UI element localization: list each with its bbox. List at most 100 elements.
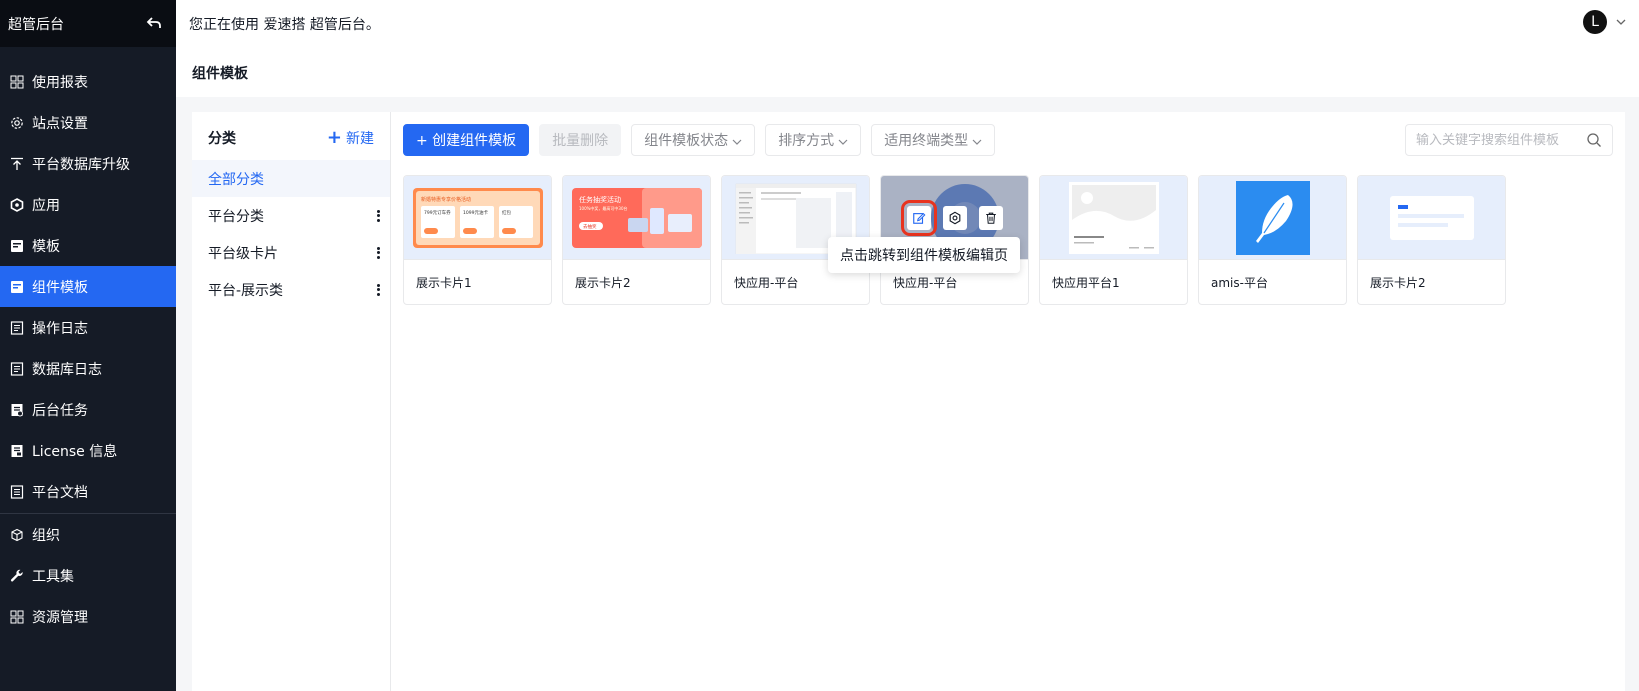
wrench-icon bbox=[10, 569, 24, 583]
template-list-area: + 创建组件模板 批量删除 组件模板状态 排序方式 适用终端类型 输入关键字搜索… bbox=[391, 112, 1625, 691]
content-panel: 分类 + 新建 全部分类 平台分类 平台级卡片 平台-展示类 + 创建组件模板 … bbox=[192, 112, 1625, 691]
chevron-down-icon[interactable] bbox=[1615, 16, 1627, 28]
sort-label: 排序方式 bbox=[778, 133, 835, 149]
sidebar-item-label: 组件模板 bbox=[32, 279, 88, 296]
category-item-platform[interactable]: 平台分类 bbox=[192, 197, 390, 234]
sidebar-item-label: 资源管理 bbox=[32, 609, 88, 626]
sidebar-item-templates[interactable]: 模板 bbox=[0, 225, 176, 266]
brand-title: 超管后台 bbox=[8, 16, 64, 33]
search-input[interactable] bbox=[1416, 132, 1586, 148]
sidebar-item-resource-management[interactable]: 资源管理 bbox=[0, 596, 176, 637]
chevron-down-icon bbox=[972, 135, 982, 145]
brand-bar: 超管后台 bbox=[0, 0, 176, 47]
sidebar-item-label: 应用 bbox=[32, 197, 60, 214]
sidebar-item-operation-log[interactable]: 操作日志 bbox=[0, 307, 176, 348]
sidebar-item-db-upgrade[interactable]: 平台数据库升级 bbox=[0, 143, 176, 184]
gear-icon bbox=[10, 116, 24, 130]
more-vertical-icon[interactable] bbox=[376, 283, 380, 296]
page-title-bar: 组件模板 bbox=[176, 48, 1639, 97]
trash-icon[interactable] bbox=[978, 205, 1003, 230]
card-thumbnail: 新婚特惠专享价格活动 799元订车券 1099元油卡 红包 bbox=[404, 176, 551, 259]
sidebar-item-label: 平台文档 bbox=[32, 484, 88, 501]
sidebar-item-label: 站点设置 bbox=[32, 115, 88, 132]
sidebar-item-usage-report[interactable]: 使用报表 bbox=[0, 61, 176, 102]
license-icon bbox=[10, 444, 24, 458]
sidebar-item-label: 工具集 bbox=[32, 568, 74, 585]
card1-thumb-title: 新婚特惠专享价格活动 bbox=[421, 196, 471, 203]
user-menu[interactable]: L bbox=[1583, 10, 1627, 34]
grid-icon bbox=[10, 75, 24, 89]
category-header: 分类 + 新建 bbox=[192, 116, 390, 160]
avatar[interactable]: L bbox=[1583, 10, 1607, 34]
category-item-label: 全部分类 bbox=[208, 171, 264, 188]
card2-thumb-sub: 100%中奖，最高可中30台 bbox=[579, 205, 628, 211]
more-vertical-icon[interactable] bbox=[376, 209, 380, 222]
terminal-type-dropdown[interactable]: 适用终端类型 bbox=[871, 124, 996, 156]
card-thumbnail: 任务抽奖活动 100%中奖，最高可中30台 去抽奖 bbox=[563, 176, 710, 259]
grid-icon bbox=[10, 610, 24, 624]
category-panel: 分类 + 新建 全部分类 平台分类 平台级卡片 平台-展示类 bbox=[192, 112, 391, 691]
upload-icon bbox=[10, 157, 24, 171]
card2-thumb-btn: 去抽奖 bbox=[583, 223, 597, 230]
category-item-all[interactable]: 全部分类 bbox=[192, 160, 390, 197]
sidebar-item-apps[interactable]: 应用 bbox=[0, 184, 176, 225]
sidebar-item-license[interactable]: License 信息 bbox=[0, 430, 176, 471]
sort-dropdown[interactable]: 排序方式 bbox=[765, 124, 862, 156]
category-item-platform-display[interactable]: 平台-展示类 bbox=[192, 271, 390, 308]
template-card[interactable]: 新婚特惠专享价格活动 799元订车券 1099元油卡 红包 展示卡片1 bbox=[403, 175, 552, 305]
sidebar: 超管后台 使用报表 站点设置 平台数据库升级 应用 模板 组件模板 操作日志 数… bbox=[0, 0, 176, 691]
back-arrow-icon[interactable] bbox=[146, 15, 164, 33]
doc-icon bbox=[10, 484, 24, 499]
template-card[interactable]: 快应用平台1 bbox=[1039, 175, 1188, 305]
toolbar: + 创建组件模板 批量删除 组件模板状态 排序方式 适用终端类型 bbox=[403, 124, 996, 156]
more-vertical-icon[interactable] bbox=[376, 246, 380, 259]
card-name: amis-平台 bbox=[1199, 259, 1346, 304]
status-filter-dropdown[interactable]: 组件模板状态 bbox=[631, 124, 756, 156]
template-card[interactable]: 展示卡片2 bbox=[1357, 175, 1506, 305]
card1-thumb-c: 红包 bbox=[502, 209, 511, 216]
card1-thumb-a: 799元订车券 bbox=[424, 209, 451, 216]
sidebar-item-label: 操作日志 bbox=[32, 320, 88, 337]
category-item-label: 平台-展示类 bbox=[208, 282, 284, 299]
settings-icon[interactable] bbox=[942, 205, 967, 230]
header-message: 您正在使用 爱速搭 超管后台。 bbox=[189, 17, 380, 33]
sidebar-item-label: 平台数据库升级 bbox=[32, 156, 130, 173]
edit-icon[interactable] bbox=[900, 199, 937, 236]
task-icon bbox=[10, 403, 24, 417]
terminal-type-label: 适用终端类型 bbox=[884, 133, 969, 149]
card-thumbnail bbox=[1199, 176, 1346, 259]
category-item-label: 平台分类 bbox=[208, 208, 264, 225]
template-card[interactable]: amis-平台 bbox=[1198, 175, 1347, 305]
card-name: 展示卡片1 bbox=[404, 259, 551, 304]
sidebar-item-label: 数据库日志 bbox=[32, 361, 102, 378]
sidebar-item-component-templates[interactable]: 组件模板 bbox=[0, 266, 176, 307]
batch-delete-button[interactable]: 批量删除 bbox=[539, 124, 622, 156]
template-card[interactable]: 任务抽奖活动 100%中奖，最高可中30台 去抽奖 展示卡片2 bbox=[562, 175, 711, 305]
card-thumbnail bbox=[1358, 176, 1505, 259]
sidebar-item-organization[interactable]: 组织 bbox=[0, 514, 176, 555]
create-template-button[interactable]: + 创建组件模板 bbox=[403, 124, 530, 156]
sidebar-item-label: 模板 bbox=[32, 238, 60, 255]
category-title: 分类 bbox=[208, 131, 236, 147]
category-item-platform-card[interactable]: 平台级卡片 bbox=[192, 234, 390, 271]
hexagon-icon bbox=[10, 197, 24, 212]
new-category-label: 新建 bbox=[346, 131, 374, 147]
sidebar-menu: 使用报表 站点设置 平台数据库升级 应用 模板 组件模板 操作日志 数据库日志 bbox=[0, 47, 176, 637]
search-box bbox=[1405, 124, 1613, 156]
chevron-down-icon bbox=[838, 135, 848, 145]
category-item-label: 平台级卡片 bbox=[208, 245, 278, 262]
sidebar-item-background-tasks[interactable]: 后台任务 bbox=[0, 389, 176, 430]
search-icon[interactable] bbox=[1586, 132, 1602, 148]
card-name: 展示卡片2 bbox=[563, 259, 710, 304]
sidebar-item-platform-docs[interactable]: 平台文档 bbox=[0, 471, 176, 512]
sidebar-item-db-log[interactable]: 数据库日志 bbox=[0, 348, 176, 389]
sidebar-item-label: 使用报表 bbox=[32, 74, 88, 91]
log-icon bbox=[10, 361, 24, 376]
page-title: 组件模板 bbox=[192, 65, 248, 82]
template-icon bbox=[10, 239, 24, 253]
new-category-button[interactable]: + 新建 bbox=[327, 128, 374, 148]
template-icon bbox=[10, 280, 24, 294]
sidebar-item-toolset[interactable]: 工具集 bbox=[0, 555, 176, 596]
top-header: 您正在使用 爱速搭 超管后台。 L bbox=[176, 0, 1639, 48]
sidebar-item-site-settings[interactable]: 站点设置 bbox=[0, 102, 176, 143]
